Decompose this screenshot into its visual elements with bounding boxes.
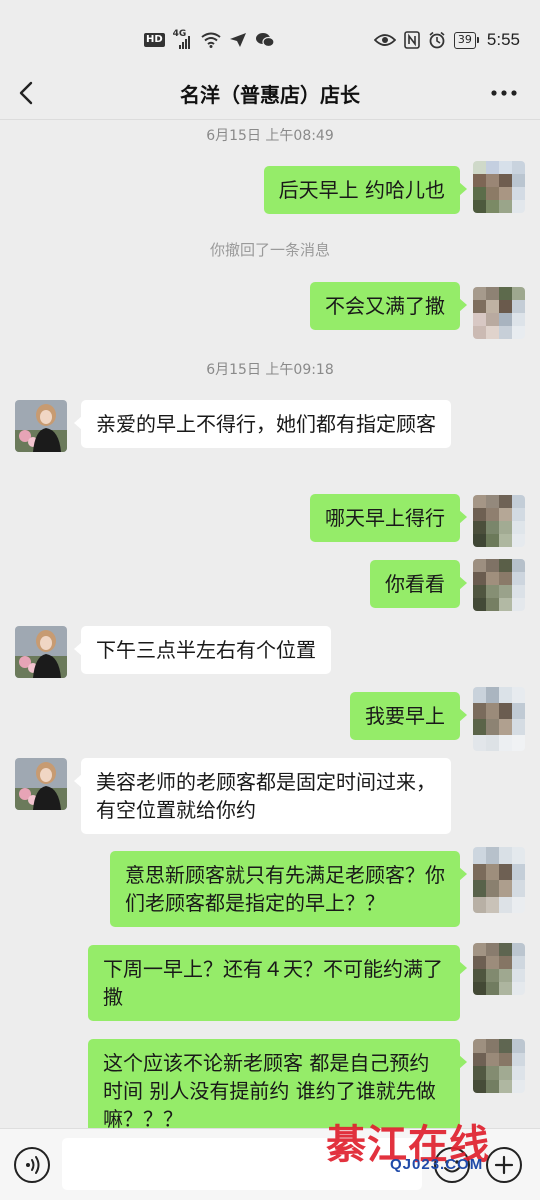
outgoing-message[interactable]: 意思新顾客就只有先满足老顾客？你们老顾客都是指定的早上？？ xyxy=(110,851,467,927)
status-bar: HD 4G 39 5:55 xyxy=(0,0,540,72)
my-avatar[interactable] xyxy=(473,687,525,751)
outgoing-message[interactable]: 下周一早上？还有４天？不可能约满了撒 xyxy=(88,945,467,1021)
back-arrow-icon[interactable] xyxy=(12,78,42,108)
more-functions-button[interactable] xyxy=(486,1147,522,1183)
battery-icon: 39 xyxy=(453,31,479,49)
recall-notice: 你撤回了一条消息 xyxy=(209,241,330,259)
message-list[interactable]: 6月15日 上午08:49 后天早上 约哈儿也 你撤回了一条消息 不会又满了撒 … xyxy=(0,121,540,1128)
wechat-notification-icon xyxy=(255,33,275,48)
nfc-icon xyxy=(404,31,420,49)
outgoing-message[interactable]: 哪天早上得行 xyxy=(310,494,467,542)
timestamp: 6月15日 上午08:49 xyxy=(206,128,334,144)
my-avatar[interactable] xyxy=(473,287,525,339)
outgoing-message[interactable]: 不会又满了撒 xyxy=(310,282,467,330)
my-avatar[interactable] xyxy=(473,943,525,995)
my-avatar[interactable] xyxy=(473,161,525,213)
outgoing-message[interactable]: 我要早上 xyxy=(350,692,467,740)
my-avatar[interactable] xyxy=(473,495,525,547)
alarm-icon xyxy=(429,31,445,49)
chat-title: 名洋（普惠店）店长 xyxy=(180,83,360,107)
outgoing-message[interactable]: 这个应该不论新老顾客 都是自己预约时间 别人没有提前约 谁约了谁就先做嘛？？？ xyxy=(88,1039,467,1128)
chat-header: 名洋（普惠店）店长 xyxy=(0,66,540,120)
wifi-icon xyxy=(201,32,221,48)
status-icons-right: 39 5:55 xyxy=(373,28,520,52)
emoji-button[interactable] xyxy=(434,1147,470,1183)
plus-icon xyxy=(494,1155,514,1175)
clock: 5:55 xyxy=(486,30,520,49)
incoming-message[interactable]: 亲爱的早上不得行，她们都有指定顾客 xyxy=(74,400,451,448)
contact-avatar[interactable] xyxy=(15,758,67,810)
smiley-icon xyxy=(444,1160,460,1173)
voice-icon xyxy=(26,1156,40,1174)
outgoing-message[interactable]: 你看看 xyxy=(370,560,467,608)
cellular-signal-icon: 4G xyxy=(173,29,193,49)
contact-avatar[interactable] xyxy=(15,626,67,678)
my-avatar[interactable] xyxy=(473,1039,525,1093)
message-input[interactable] xyxy=(62,1138,422,1190)
my-avatar[interactable] xyxy=(473,847,525,913)
more-options-icon[interactable] xyxy=(490,83,518,103)
status-icons-left: HD 4G xyxy=(144,28,275,52)
input-bar xyxy=(0,1128,540,1200)
hd-badge: HD xyxy=(144,33,165,47)
incoming-message[interactable]: 美容老师的老顾客都是固定时间过来，有空位置就给你约 xyxy=(74,758,451,834)
incoming-message[interactable]: 下午三点半左右有个位置 xyxy=(74,626,331,674)
voice-input-button[interactable] xyxy=(14,1147,50,1183)
my-avatar[interactable] xyxy=(473,559,525,611)
contact-avatar[interactable] xyxy=(15,400,67,452)
outgoing-message[interactable]: 后天早上 约哈儿也 xyxy=(263,166,468,214)
send-arrow-icon xyxy=(229,33,246,47)
timestamp: 6月15日 上午09:18 xyxy=(206,362,334,378)
eye-icon xyxy=(373,34,396,46)
